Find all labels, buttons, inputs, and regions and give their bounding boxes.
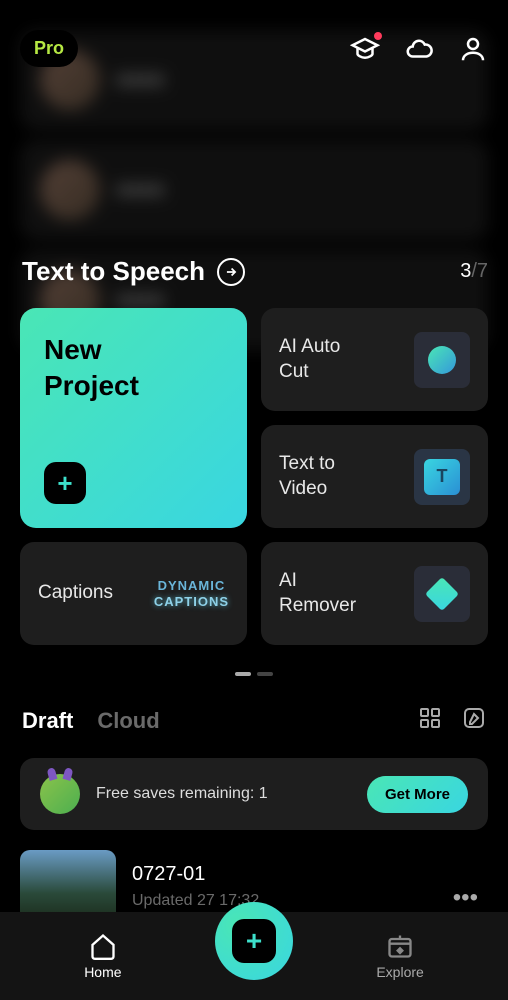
text-to-video-button[interactable]: Text to Video T [261, 425, 488, 528]
plus-icon: + [232, 919, 276, 963]
graduate-icon[interactable] [350, 34, 380, 64]
nav-explore[interactable]: Explore [376, 932, 423, 980]
new-project-label: New Project [44, 332, 223, 405]
nav-home-label: Home [84, 964, 121, 980]
fab-create[interactable]: + [215, 902, 293, 980]
draft-meta: Updated 27 17:32 [132, 892, 427, 910]
tab-cloud[interactable]: Cloud [97, 708, 159, 734]
dynamic-captions-icon: DYNAMIC CAPTIONS [154, 578, 229, 609]
explore-icon [386, 932, 414, 960]
ai-auto-cut-button[interactable]: AI Auto Cut [261, 308, 488, 411]
ai-auto-cut-label: AI Auto Cut [279, 335, 340, 384]
profile-icon[interactable] [458, 34, 488, 64]
edit-icon[interactable] [462, 706, 486, 735]
ai-remover-label: AI Remover [279, 569, 356, 618]
plus-icon: + [44, 462, 86, 504]
page-counter: 3/7 [460, 260, 488, 283]
home-icon [89, 932, 117, 960]
section-title: Text to Speech [22, 256, 205, 287]
header: Pro [0, 30, 508, 67]
new-project-button[interactable]: New Project + [20, 308, 247, 528]
cloud-icon[interactable] [404, 34, 434, 64]
pro-badge[interactable]: Pro [20, 30, 78, 67]
promo-bar: Free saves remaining: 1 Get More [20, 758, 488, 830]
ai-cut-icon [414, 332, 470, 388]
section-header: Text to Speech 3/7 [22, 256, 488, 287]
tools-grid: New Project + AI Auto Cut Text to Video … [20, 308, 488, 645]
tab-draft[interactable]: Draft [22, 708, 73, 734]
get-more-button[interactable]: Get More [367, 776, 468, 813]
draft-name: 0727-01 [132, 863, 427, 886]
text-to-speech-link[interactable]: Text to Speech [22, 256, 245, 287]
nav-explore-label: Explore [376, 964, 423, 980]
text-video-icon: T [414, 449, 470, 505]
ai-remover-button[interactable]: AI Remover [261, 542, 488, 645]
remover-icon [414, 566, 470, 622]
captions-label: Captions [38, 581, 113, 606]
nav-home[interactable]: Home [84, 932, 121, 980]
drafts-header: Draft Cloud [22, 706, 486, 735]
captions-button[interactable]: Captions DYNAMIC CAPTIONS [20, 542, 247, 645]
arrow-right-icon [217, 258, 245, 286]
grid-view-icon[interactable] [418, 706, 442, 735]
promo-text: Free saves remaining: 1 [96, 785, 268, 803]
page-indicator [235, 672, 273, 676]
promo-icon [40, 774, 80, 814]
text-to-video-label: Text to Video [279, 452, 335, 501]
